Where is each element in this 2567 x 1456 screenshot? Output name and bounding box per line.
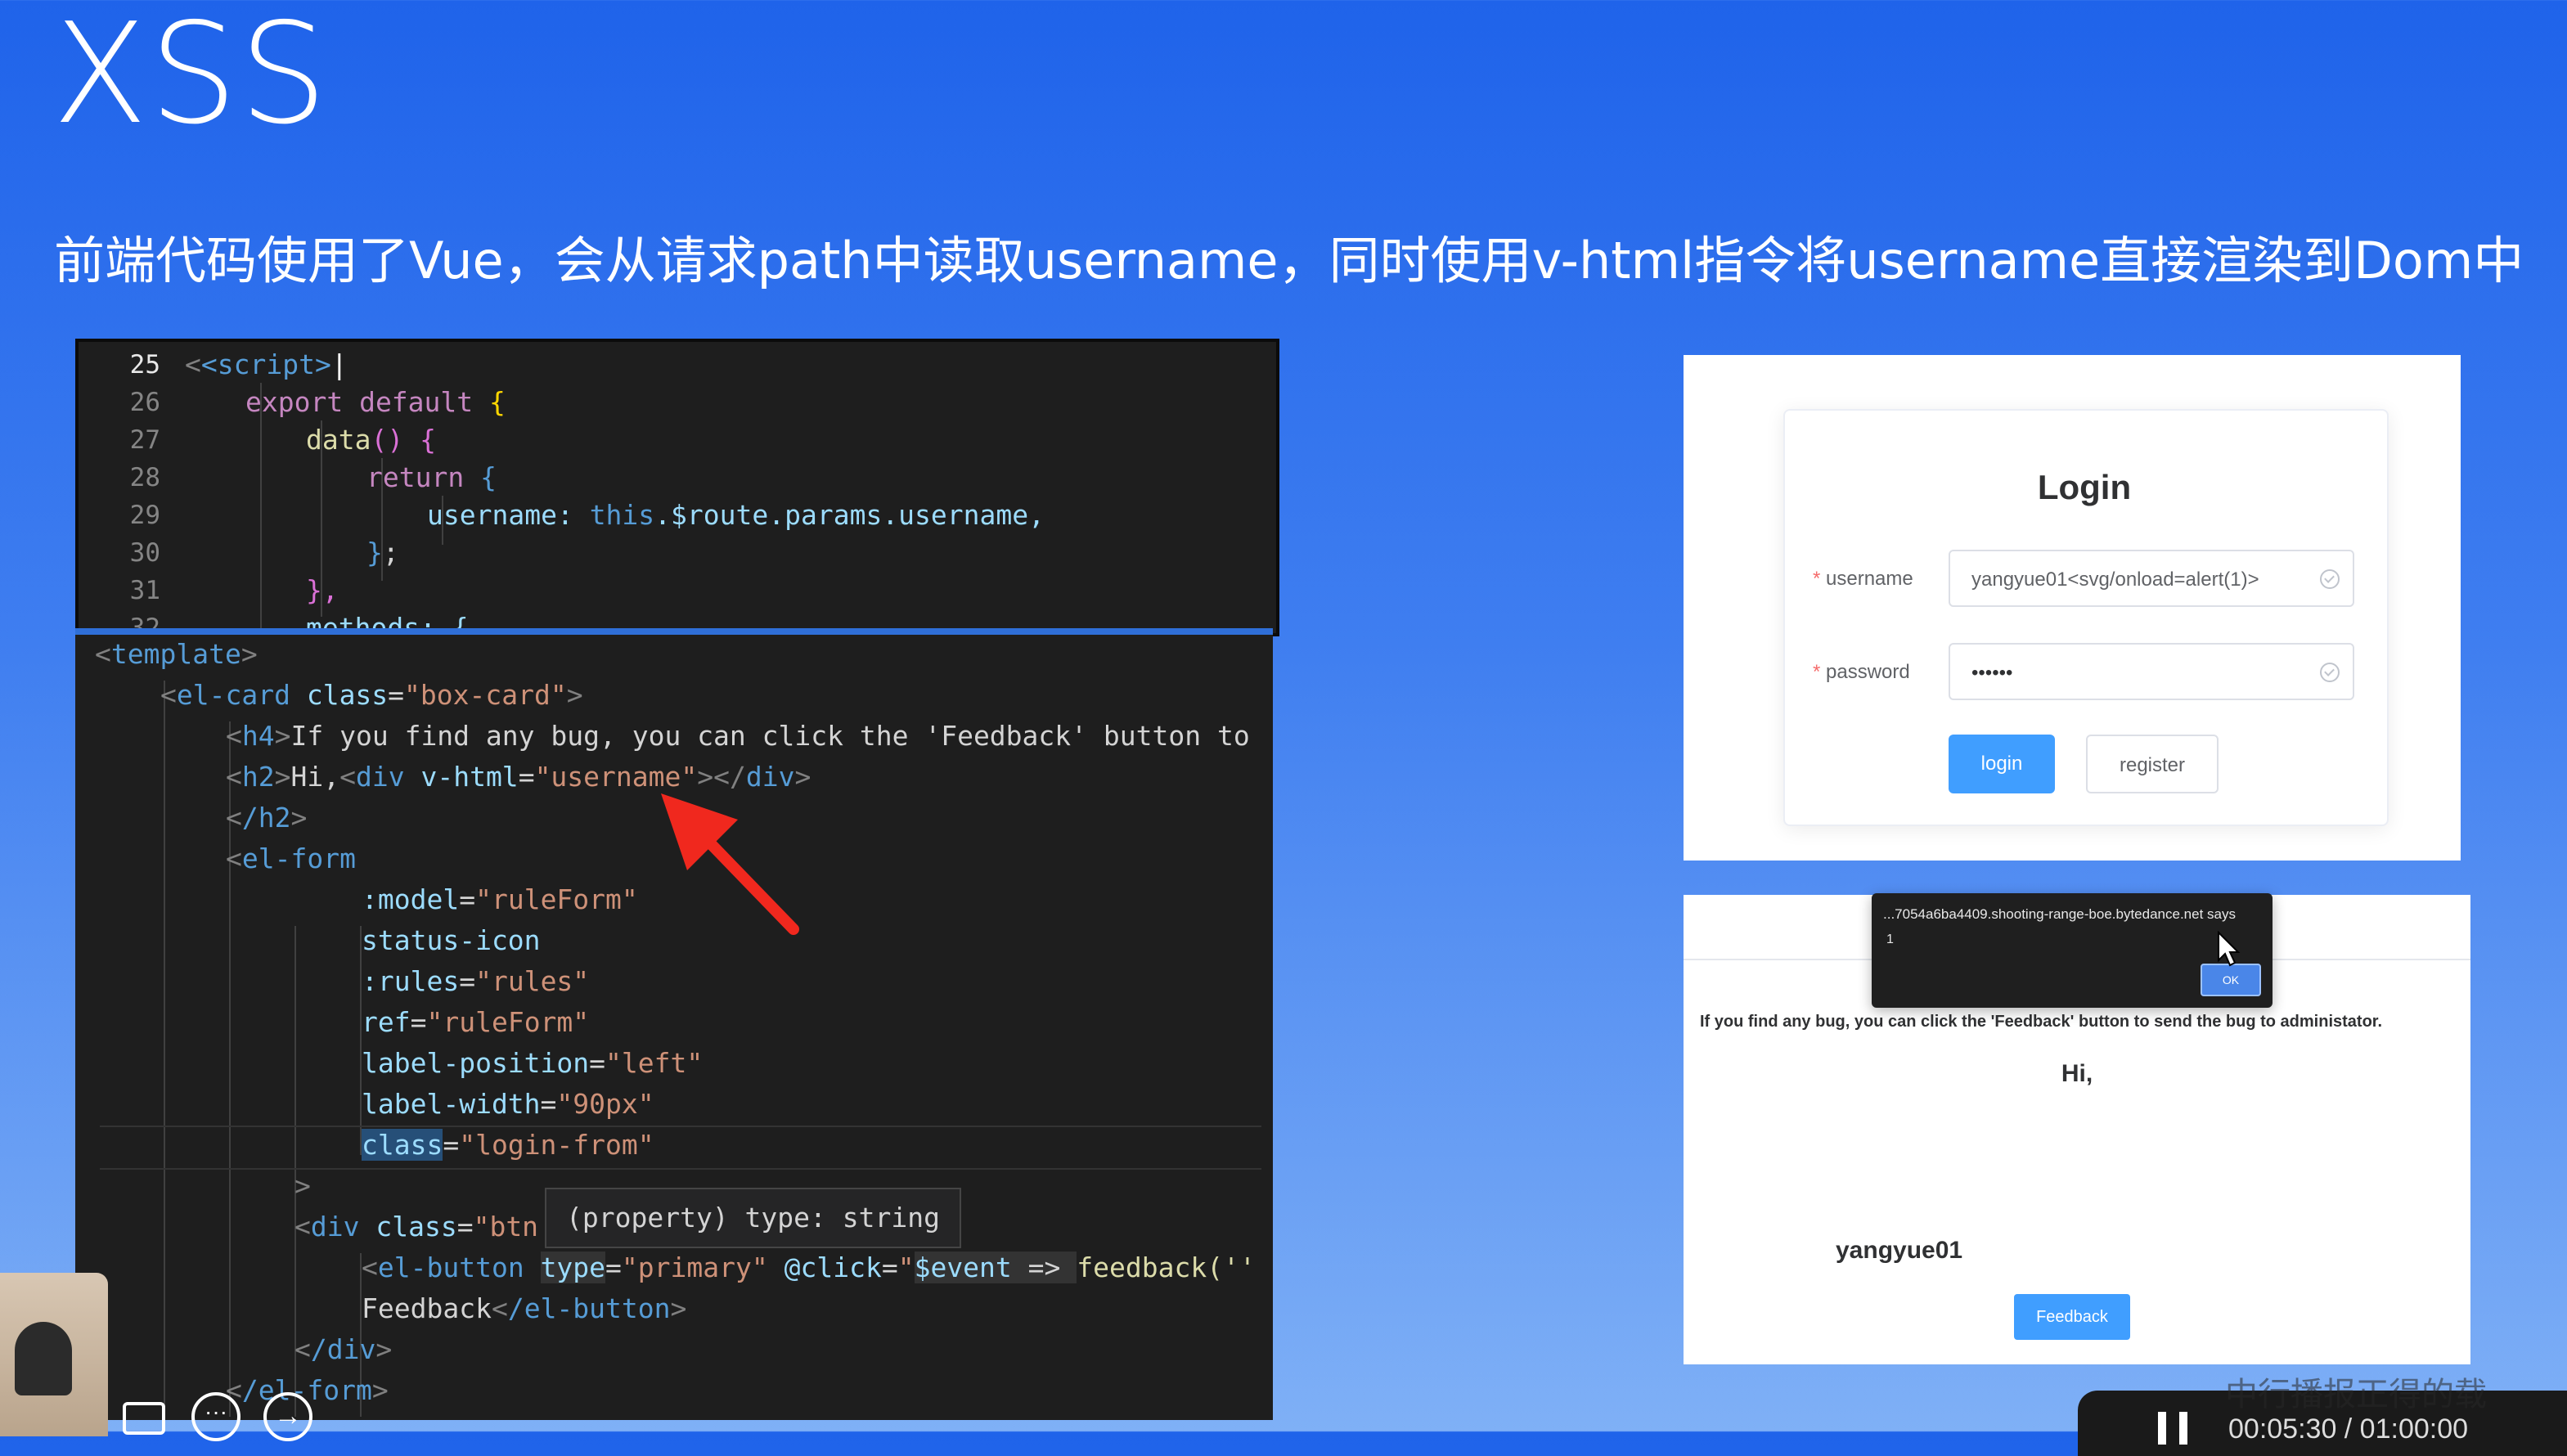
code-line: </div> [294,1333,393,1365]
code-editor-template-pane[interactable]: <template> <el-card class="box-card"> <h… [75,635,1273,1420]
slide-title: XSS [52,0,330,155]
line-number: 30 [129,538,160,568]
login-button[interactable]: login [1949,735,2055,793]
line-number: 31 [129,576,160,605]
code-line: <template> [95,638,258,670]
code-line: <div class="btn [294,1211,539,1243]
hover-tooltip: (property) type: string [545,1188,961,1248]
line-number: 28 [129,463,160,492]
line-number: 27 [129,425,160,455]
cursor-icon [2218,931,2241,967]
code-line: label-position="left" [362,1047,704,1079]
pause-icon[interactable] [2158,1412,2187,1445]
code-line-current: class="login-from" [362,1129,654,1161]
code-line: > [294,1170,311,1202]
username-field[interactable]: yangyue01<svg/onload=alert(1)> [1949,550,2354,607]
playback-time: 00:05:30 / 01:00:00 [2228,1413,2469,1445]
webcam-thumbnail [0,1273,108,1436]
line-number: 29 [129,501,160,530]
line-number: 26 [129,388,160,417]
slide-subtitle: 前端代码使用了Vue，会从请求path中读取username，同时使用v-htm… [54,231,2524,290]
code-line: export default { [245,386,506,418]
code-line: }; [366,537,399,568]
more-options-icon[interactable]: ··· [191,1392,241,1441]
register-button[interactable]: register [2086,735,2219,793]
code-line: :model="ruleForm" [362,883,638,915]
code-line: data() { [306,424,436,456]
alert-message: 1 [1886,932,1894,946]
login-title: Login [2037,468,2132,506]
code-editor-script-pane[interactable]: 25 26 27 28 29 30 31 32 <<script>| expor… [75,339,1279,636]
code-line: status-icon [362,924,541,956]
alert-origin: ...7054a6ba4409.shooting-range-boe.byted… [1883,906,2236,922]
alert-dialog: ...7054a6ba4409.shooting-range-boe.byted… [1872,893,2273,1008]
code-line: <<script>| [185,348,348,380]
code-line: ref="ruleForm" [362,1006,590,1038]
check-circle-icon [2320,663,2340,682]
annotation-arrow-icon [661,793,799,935]
split-divider[interactable] [75,628,1273,635]
code-line: return { [366,461,497,493]
alert-ok-button[interactable]: OK [2201,964,2261,996]
check-circle-icon [2320,569,2340,589]
feedback-button[interactable]: Feedback [2014,1294,2130,1340]
greeting-heading: Hi, [2061,1060,2093,1087]
code-line: <el-button type="primary" @click="$event… [362,1252,1256,1283]
code-line: <h4>If you find any bug, you can click t… [226,720,1250,752]
line-number: 25 [129,350,160,380]
code-line: }, [306,574,339,606]
overlay-caption: 中行播报正得的载 [2225,1377,2487,1413]
code-line: Feedback</el-button> [362,1292,687,1324]
code-line: </h2> [226,802,308,834]
feedback-notice: If you find any bug, you can click the '… [1700,1013,2383,1031]
code-line: :rules="rules" [362,965,590,997]
rendered-username: yangyue01 [1836,1237,1963,1264]
camera-icon[interactable] [123,1402,165,1435]
code-line: username: this.$route.params.username, [427,499,1045,531]
username-label: * username [1813,568,1913,590]
code-line: <el-card class="box-card"> [160,679,583,711]
password-field[interactable]: •••••• [1949,643,2354,700]
forward-icon[interactable]: → [263,1392,312,1441]
password-label: * password [1813,661,1910,683]
code-line: label-width="90px" [362,1088,654,1120]
code-line: <el-form [226,843,356,874]
